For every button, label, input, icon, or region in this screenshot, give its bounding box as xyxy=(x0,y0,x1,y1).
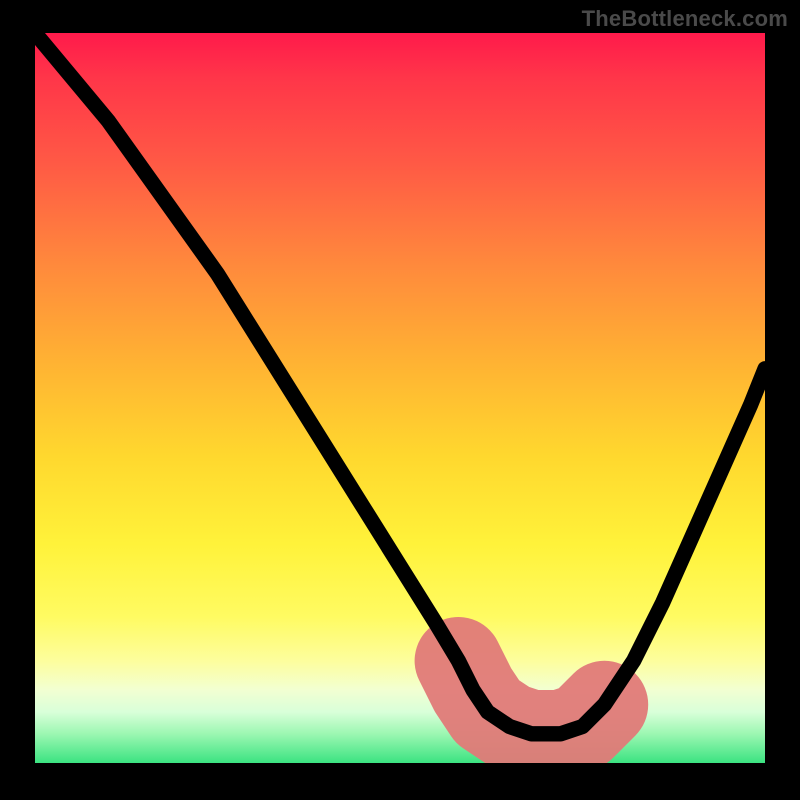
curve-layer xyxy=(35,33,765,763)
chart-stage: TheBottleneck.com xyxy=(0,0,800,800)
watermark-text: TheBottleneck.com xyxy=(582,6,788,32)
plot-area xyxy=(35,33,765,763)
curve-svg xyxy=(35,33,765,763)
curve-line xyxy=(35,33,765,734)
